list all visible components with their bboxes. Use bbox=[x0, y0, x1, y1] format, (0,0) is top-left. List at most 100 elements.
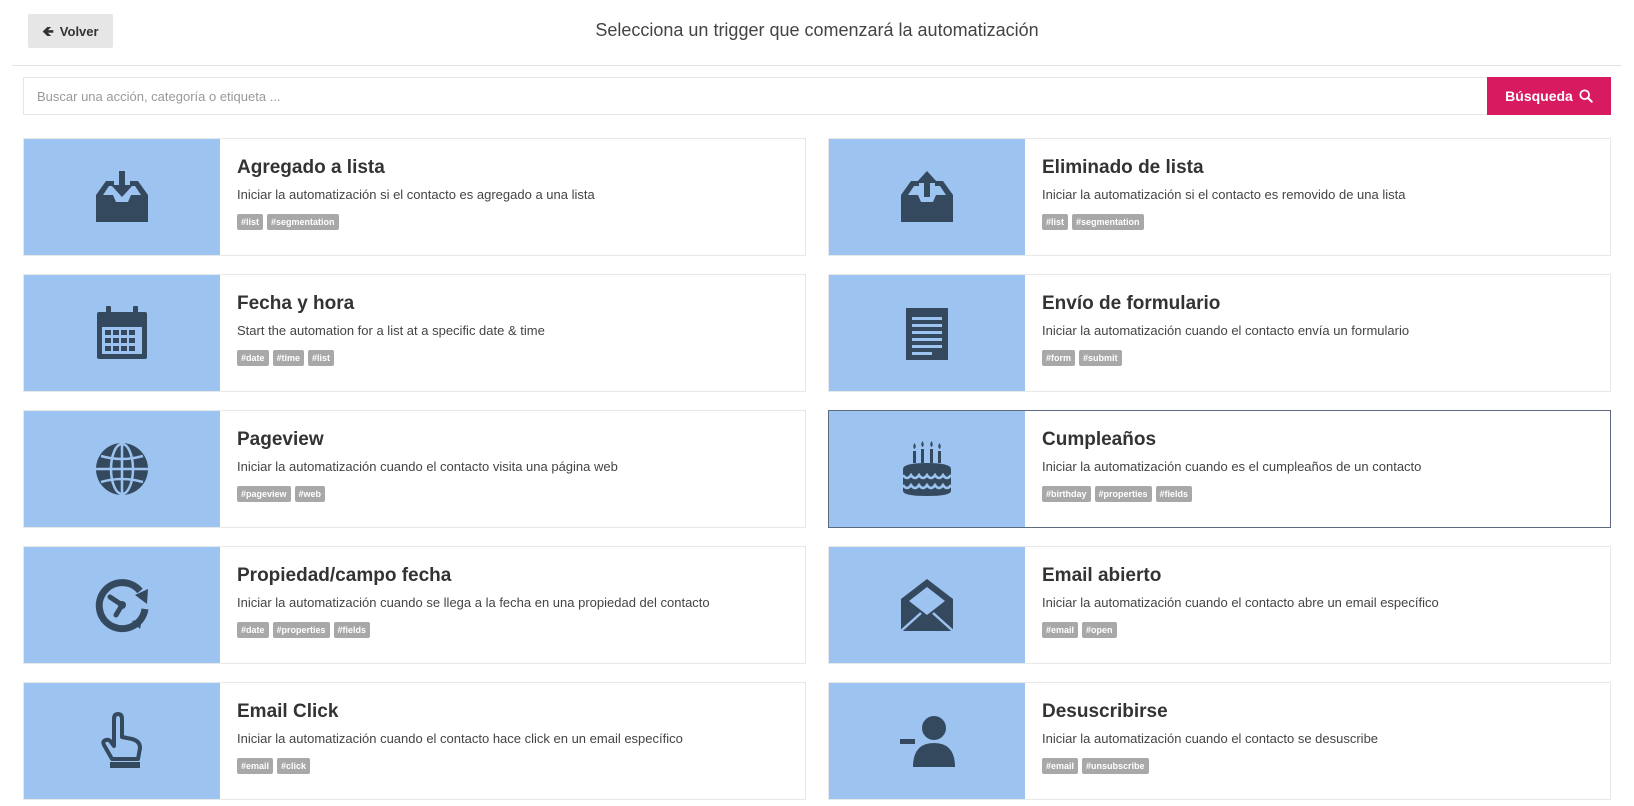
trigger-title: Envío de formulario bbox=[1042, 293, 1221, 314]
trigger-description: Iniciar la automatización cuando el cont… bbox=[1042, 323, 1410, 338]
trigger-title: Fecha y hora bbox=[237, 293, 355, 314]
trigger-icon-panel bbox=[829, 139, 1025, 255]
globe-icon bbox=[96, 442, 148, 496]
trigger-card-body: Email Click Iniciar la automatización cu… bbox=[220, 683, 683, 799]
search-bar: Búsqueda bbox=[23, 77, 1611, 115]
trigger-description: Iniciar la automatización cuando el cont… bbox=[1042, 595, 1439, 610]
trigger-card-body: Cumpleaños Iniciar la automatización cua… bbox=[1025, 411, 1421, 527]
trigger-card-body: Email abierto Iniciar la automatización … bbox=[1025, 547, 1439, 663]
trigger-card[interactable]: Desuscribirse Iniciar la automatización … bbox=[828, 682, 1611, 800]
user-remove-icon bbox=[900, 716, 955, 767]
form-icon bbox=[906, 308, 948, 360]
trigger-card-body: Eliminado de lista Iniciar la automatiza… bbox=[1025, 139, 1405, 255]
tag-badge: #unsubscribe bbox=[1082, 758, 1149, 774]
trigger-title: Propiedad/campo fecha bbox=[237, 565, 452, 586]
trigger-icon-panel bbox=[24, 275, 220, 391]
clock-refresh-icon bbox=[95, 579, 149, 633]
trigger-title: Email abierto bbox=[1042, 565, 1162, 586]
trigger-title: Pageview bbox=[237, 429, 324, 450]
trigger-card[interactable]: Pageview Iniciar la automatización cuand… bbox=[23, 410, 806, 528]
search-button-label: Búsqueda bbox=[1505, 88, 1573, 104]
tag-badge: #date bbox=[237, 622, 269, 638]
trigger-card[interactable]: Agregado a lista Iniciar la automatizaci… bbox=[23, 138, 806, 256]
trigger-card[interactable]: Email Click Iniciar la automatización cu… bbox=[23, 682, 806, 800]
trigger-title: Agregado a lista bbox=[237, 157, 385, 178]
tag-badge: #submit bbox=[1079, 350, 1122, 366]
hand-pointer-icon bbox=[101, 712, 142, 768]
trigger-icon-panel bbox=[24, 139, 220, 255]
trigger-title: Cumpleaños bbox=[1042, 429, 1157, 450]
trigger-icon-panel bbox=[829, 275, 1025, 391]
trigger-description: Iniciar la automatización si el contacto… bbox=[237, 187, 595, 202]
search-input[interactable] bbox=[23, 77, 1487, 115]
trigger-icon-panel bbox=[24, 411, 220, 527]
tag-badge: #list bbox=[1042, 214, 1069, 230]
trigger-tags: #pageview #web bbox=[237, 486, 618, 502]
tag-badge: #email bbox=[237, 758, 274, 774]
tag-badge: #properties bbox=[272, 622, 330, 638]
trigger-description: Iniciar la automatización cuando el cont… bbox=[237, 731, 683, 746]
trigger-card[interactable]: Cumpleaños Iniciar la automatización cua… bbox=[828, 410, 1611, 528]
search-icon bbox=[1579, 89, 1593, 103]
inbox-upload-icon bbox=[901, 171, 953, 222]
tag-badge: #open bbox=[1082, 622, 1117, 638]
trigger-description: Iniciar la automatización cuando se lleg… bbox=[237, 595, 710, 610]
trigger-tags: #list #segmentation bbox=[237, 214, 595, 230]
search-button[interactable]: Búsqueda bbox=[1487, 77, 1611, 115]
trigger-tags: #email #click bbox=[237, 758, 683, 774]
page-title: Selecciona un trigger que comenzará la a… bbox=[595, 20, 1039, 40]
trigger-title: Eliminado de lista bbox=[1042, 157, 1204, 178]
trigger-description: Iniciar la automatización cuando es el c… bbox=[1042, 459, 1422, 474]
birthday-cake-icon bbox=[901, 441, 953, 496]
trigger-tags: #email #unsubscribe bbox=[1042, 758, 1378, 774]
tag-badge: #segmentation bbox=[1072, 214, 1144, 230]
trigger-card[interactable]: Propiedad/campo fecha Iniciar la automat… bbox=[23, 546, 806, 664]
tag-badge: #date bbox=[237, 350, 269, 366]
tag-badge: #properties bbox=[1094, 486, 1152, 502]
inbox-download-icon bbox=[96, 171, 148, 222]
trigger-description: Iniciar la automatización cuando el cont… bbox=[1042, 731, 1379, 746]
trigger-tags: #date #time #list bbox=[237, 350, 545, 366]
page-header: 🡸 Volver Selecciona un trigger que comen… bbox=[0, 0, 1634, 66]
trigger-icon-panel bbox=[829, 683, 1025, 799]
trigger-grid: Agregado a lista Iniciar la automatizaci… bbox=[23, 138, 1611, 800]
trigger-card[interactable]: Email abierto Iniciar la automatización … bbox=[828, 546, 1611, 664]
header-divider bbox=[12, 65, 1622, 66]
tag-badge: #segmentation bbox=[267, 214, 339, 230]
trigger-card-body: Propiedad/campo fecha Iniciar la automat… bbox=[220, 547, 710, 663]
trigger-icon-panel bbox=[829, 411, 1025, 527]
calendar-icon bbox=[97, 306, 147, 359]
trigger-card[interactable]: Envío de formulario Iniciar la automatiz… bbox=[828, 274, 1611, 392]
trigger-icon-panel bbox=[24, 547, 220, 663]
trigger-tags: #birthday #properties #fields bbox=[1042, 486, 1421, 502]
tag-badge: #list bbox=[308, 350, 335, 366]
trigger-card[interactable]: Fecha y hora Start the automation for a … bbox=[23, 274, 806, 392]
trigger-description: Iniciar la automatización cuando el cont… bbox=[237, 459, 618, 474]
tag-badge: #email bbox=[1042, 622, 1079, 638]
trigger-tags: #email #open bbox=[1042, 622, 1439, 638]
trigger-icon-panel bbox=[829, 547, 1025, 663]
trigger-tags: #date #properties #fields bbox=[237, 622, 710, 638]
trigger-card-body: Pageview Iniciar la automatización cuand… bbox=[220, 411, 618, 527]
trigger-card[interactable]: Eliminado de lista Iniciar la automatiza… bbox=[828, 138, 1611, 256]
trigger-title: Desuscribirse bbox=[1042, 701, 1168, 722]
trigger-description: Iniciar la automatización si el contacto… bbox=[1042, 187, 1406, 202]
tag-badge: #list bbox=[237, 214, 264, 230]
tag-badge: #fields bbox=[333, 622, 371, 638]
tag-badge: #click bbox=[277, 758, 311, 774]
tag-badge: #time bbox=[272, 350, 305, 366]
trigger-title: Email Click bbox=[237, 701, 339, 722]
tag-badge: #web bbox=[294, 486, 326, 502]
trigger-tags: #form #submit bbox=[1042, 350, 1409, 366]
trigger-description: Start the automation for a list at a spe… bbox=[237, 323, 545, 338]
trigger-icon-panel bbox=[24, 683, 220, 799]
trigger-card-body: Agregado a lista Iniciar la automatizaci… bbox=[220, 139, 595, 255]
tag-badge: #email bbox=[1042, 758, 1079, 774]
trigger-card-body: Envío de formulario Iniciar la automatiz… bbox=[1025, 275, 1409, 391]
trigger-card-body: Desuscribirse Iniciar la automatización … bbox=[1025, 683, 1378, 799]
tag-badge: #birthday bbox=[1042, 486, 1091, 502]
tag-badge: #form bbox=[1042, 350, 1076, 366]
trigger-tags: #list #segmentation bbox=[1042, 214, 1405, 230]
tag-badge: #fields bbox=[1155, 486, 1193, 502]
trigger-card-body: Fecha y hora Start the automation for a … bbox=[220, 275, 545, 391]
